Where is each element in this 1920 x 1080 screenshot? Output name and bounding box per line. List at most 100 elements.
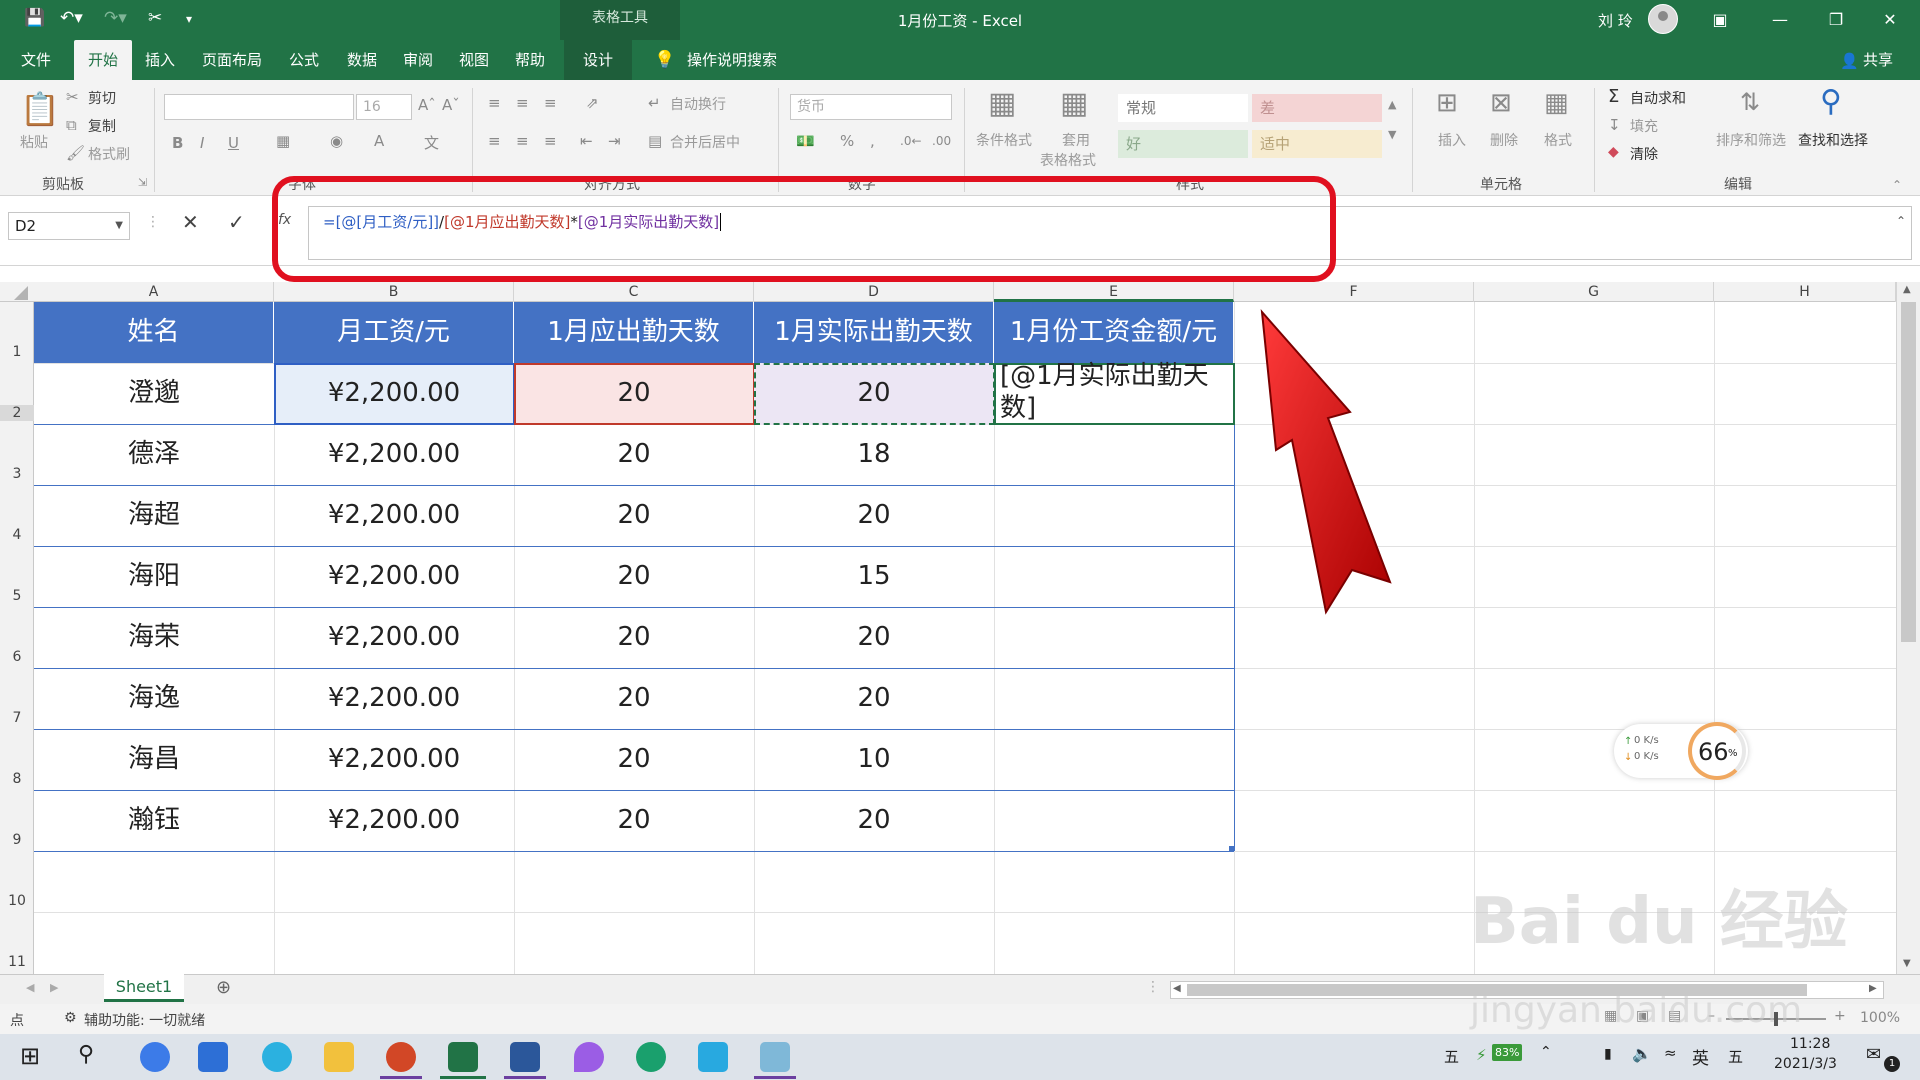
tab-view[interactable]: 视图 bbox=[450, 40, 498, 80]
column-header-f[interactable]: F bbox=[1234, 282, 1474, 302]
formula-bar-splitter-icon[interactable]: ⋮ bbox=[146, 214, 160, 230]
scroll-down-icon[interactable]: ▼ bbox=[1903, 958, 1911, 969]
accessibility-status[interactable]: 辅助功能: 一切就绪 bbox=[84, 1010, 205, 1030]
table-cell[interactable]: 20 bbox=[514, 790, 754, 851]
copy-button[interactable]: 复制 bbox=[88, 116, 116, 136]
paint-app-icon[interactable] bbox=[574, 1042, 604, 1072]
table-cell[interactable]: 20 bbox=[514, 424, 754, 485]
italic-icon[interactable]: I bbox=[200, 134, 204, 152]
table-cell[interactable]: 20 bbox=[514, 485, 754, 546]
font-color-icon[interactable]: A bbox=[374, 132, 384, 150]
row-header-8[interactable]: 8 bbox=[0, 771, 34, 787]
increase-decimal-icon[interactable]: .0← bbox=[900, 134, 922, 148]
column-header-a[interactable]: A bbox=[34, 282, 274, 302]
row-header-1[interactable]: 1 bbox=[0, 344, 34, 360]
align-center-icon[interactable]: ≡ bbox=[516, 132, 529, 150]
tell-me-search[interactable]: 操作说明搜索 bbox=[682, 40, 782, 80]
battery-percent[interactable]: 83% bbox=[1492, 1044, 1523, 1061]
edge-icon[interactable] bbox=[636, 1042, 666, 1072]
table-cell[interactable]: 德泽 bbox=[34, 424, 274, 485]
clipboard-launcher-icon[interactable]: ⇲ bbox=[138, 176, 147, 189]
row-header-11[interactable]: 11 bbox=[0, 954, 34, 970]
expand-formula-bar-icon[interactable]: ⌃ bbox=[1896, 214, 1906, 228]
table-cell[interactable]: 10 bbox=[754, 729, 994, 790]
comma-icon[interactable]: , bbox=[870, 132, 875, 150]
table-cell[interactable]: 海超 bbox=[34, 485, 274, 546]
table-cell[interactable]: ¥2,200.00 bbox=[274, 546, 514, 607]
cloud-app-icon[interactable] bbox=[140, 1042, 170, 1072]
screen-app-icon[interactable] bbox=[698, 1042, 728, 1072]
ime-mode-1[interactable]: 五 bbox=[1444, 1046, 1459, 1067]
align-middle-icon[interactable]: ≡ bbox=[516, 94, 529, 112]
table-cell[interactable]: 瀚钰 bbox=[34, 790, 274, 851]
table-cell[interactable]: 海昌 bbox=[34, 729, 274, 790]
format-cells-button[interactable]: 格式 bbox=[1544, 130, 1572, 150]
style-good[interactable]: 好 bbox=[1118, 130, 1248, 158]
table-header-required-days[interactable]: 1月应出勤天数 bbox=[514, 302, 754, 363]
align-right-icon[interactable]: ≡ bbox=[544, 132, 557, 150]
minimize-icon[interactable]: — bbox=[1760, 6, 1800, 34]
scroll-right-icon[interactable]: ▶ bbox=[1869, 983, 1877, 994]
row-header-3[interactable]: 3 bbox=[0, 466, 34, 482]
underline-icon[interactable]: U bbox=[228, 134, 239, 152]
volume-icon[interactable]: 🔈 bbox=[1632, 1044, 1652, 1063]
table-cell[interactable]: ¥2,200.00 bbox=[274, 790, 514, 851]
percent-icon[interactable]: % bbox=[840, 132, 854, 150]
tab-data[interactable]: 数据 bbox=[338, 40, 386, 80]
align-top-icon[interactable]: ≡ bbox=[488, 94, 501, 112]
mail-icon[interactable] bbox=[198, 1042, 228, 1072]
table-cell[interactable]: 20 bbox=[754, 668, 994, 729]
ime-mode-2[interactable]: 五 bbox=[1728, 1046, 1743, 1067]
column-header-b[interactable]: B bbox=[274, 282, 514, 302]
table-cell[interactable]: 20 bbox=[754, 607, 994, 668]
share-button[interactable]: 共享 bbox=[1858, 40, 1898, 80]
table-header-actual-days[interactable]: 1月实际出勤天数 bbox=[754, 302, 994, 363]
find-select-button[interactable]: 查找和选择 bbox=[1798, 130, 1868, 150]
table-cell[interactable]: 20 bbox=[754, 790, 994, 851]
name-box[interactable]: D2 ▼ bbox=[8, 212, 130, 240]
save-icon[interactable]: 💾 bbox=[24, 8, 45, 28]
row-header-5[interactable]: 5 bbox=[0, 588, 34, 604]
scroll-thumb[interactable] bbox=[1901, 302, 1916, 642]
notes-app-icon[interactable] bbox=[760, 1042, 790, 1072]
align-left-icon[interactable]: ≡ bbox=[488, 132, 501, 150]
sort-filter-button[interactable]: 排序和筛选 bbox=[1716, 130, 1786, 150]
undo-icon[interactable]: ↶▾ bbox=[60, 8, 83, 28]
windows-start-icon[interactable]: ⊞ bbox=[20, 1042, 40, 1070]
insert-cells-button[interactable]: 插入 bbox=[1438, 130, 1466, 150]
format-as-table-label-2[interactable]: 表格格式 bbox=[1040, 150, 1096, 170]
row-header-2[interactable]: 2 bbox=[0, 405, 34, 421]
orientation-icon[interactable]: ⇗ bbox=[586, 94, 599, 112]
column-header-e[interactable]: E bbox=[994, 282, 1234, 302]
table-cell[interactable]: ¥2,200.00 bbox=[274, 729, 514, 790]
bold-icon[interactable]: B bbox=[172, 134, 183, 152]
paste-icon[interactable]: 📋 bbox=[20, 90, 60, 128]
tab-file[interactable]: 文件 bbox=[10, 40, 62, 80]
powerpoint-icon[interactable] bbox=[386, 1042, 416, 1072]
row-header-9[interactable]: 9 bbox=[0, 832, 34, 848]
browser-e-icon[interactable] bbox=[262, 1042, 292, 1072]
column-header-h[interactable]: H bbox=[1714, 282, 1896, 302]
cut-button[interactable]: 剪切 bbox=[88, 88, 116, 108]
zoom-level[interactable]: 100% bbox=[1860, 1010, 1900, 1026]
network-speed-widget[interactable]: ↑ 0 K/s ↓ 0 K/s 66 % bbox=[1614, 722, 1748, 780]
sheet-tab-sheet1[interactable]: Sheet1 bbox=[104, 974, 184, 1002]
collapse-ribbon-icon[interactable]: ⌃ bbox=[1892, 178, 1902, 192]
table-cell[interactable]: 20 bbox=[514, 729, 754, 790]
table-cell[interactable]: 20 bbox=[514, 668, 754, 729]
fill-button[interactable]: 填充 bbox=[1630, 116, 1658, 136]
row-header-10[interactable]: 10 bbox=[0, 893, 34, 909]
decrease-indent-icon[interactable]: ⇤ bbox=[580, 132, 593, 150]
excel-icon[interactable] bbox=[448, 1042, 478, 1072]
row-header-4[interactable]: 4 bbox=[0, 527, 34, 543]
table-cell[interactable]: ¥2,200.00 bbox=[274, 607, 514, 668]
table-cell[interactable]: ¥2,200.00 bbox=[274, 485, 514, 546]
align-bottom-icon[interactable]: ≡ bbox=[544, 94, 557, 112]
tab-split-icon[interactable]: ⋮ bbox=[1146, 979, 1160, 995]
table-cell[interactable]: 海阳 bbox=[34, 546, 274, 607]
number-format-combo[interactable]: 货币 bbox=[790, 94, 952, 120]
tab-page-layout[interactable]: 页面布局 bbox=[196, 40, 268, 80]
search-icon[interactable]: ⚲ bbox=[78, 1042, 94, 1067]
word-icon[interactable] bbox=[510, 1042, 540, 1072]
table-cell[interactable]: 澄邈 bbox=[34, 363, 274, 424]
